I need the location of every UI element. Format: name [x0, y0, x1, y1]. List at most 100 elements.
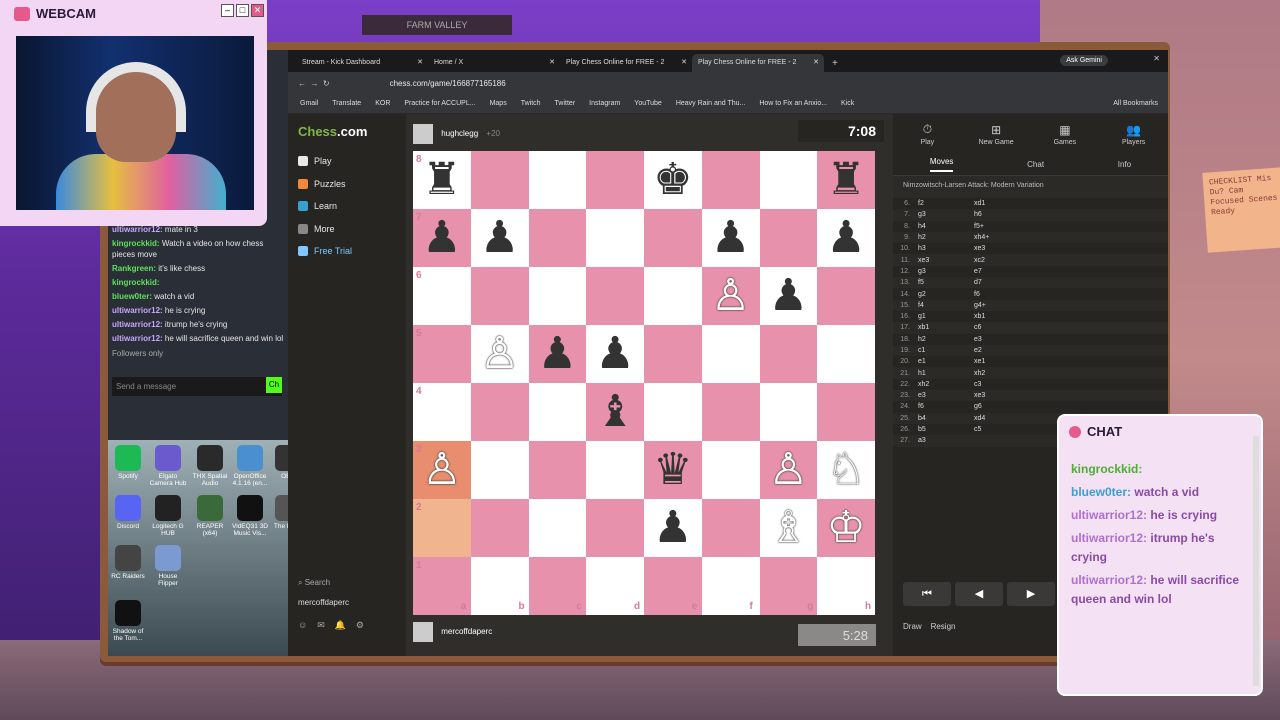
white-move[interactable]: h1	[918, 370, 974, 377]
close-window-icon[interactable]: ✕	[1153, 54, 1160, 63]
send-message-input[interactable]: Send a message Ch	[112, 377, 282, 396]
board-square[interactable]	[470, 267, 529, 325]
bookmark-item[interactable]: How to Fix an Anxio...	[759, 100, 827, 107]
chat-send-button[interactable]: Ch	[266, 377, 282, 393]
chess-piece[interactable]: ♔	[817, 499, 875, 557]
black-move[interactable]: xe3	[974, 392, 1024, 399]
board-square[interactable]	[586, 267, 644, 325]
tab-close-icon[interactable]: ✕	[681, 58, 687, 66]
white-move[interactable]: h2	[918, 336, 974, 343]
white-move[interactable]: f4	[918, 302, 974, 309]
prev-move-button[interactable]: ◀	[955, 582, 1003, 606]
chess-piece[interactable]: ♟	[760, 267, 818, 325]
board-square[interactable]	[644, 325, 702, 383]
chat-username[interactable]: ultiwarrior12:	[112, 225, 163, 234]
white-move[interactable]: xb1	[918, 324, 974, 331]
white-move[interactable]: b4	[918, 415, 974, 422]
opponent-name[interactable]: hughclegg	[441, 129, 478, 138]
tab-close-icon[interactable]: ✕	[549, 58, 555, 66]
panel-tab-play[interactable]: ⏱ Play	[897, 122, 957, 146]
reload-icon[interactable]: ↻	[323, 79, 330, 88]
black-move[interactable]: c5	[974, 426, 1024, 433]
bookmark-item[interactable]: Kick	[841, 100, 854, 107]
black-move[interactable]: xe3	[974, 245, 1024, 252]
subtab-chat[interactable]: Chat	[1027, 160, 1044, 169]
bookmark-item[interactable]: Twitter	[555, 100, 576, 107]
black-move[interactable]: xd1	[974, 200, 1024, 207]
url-field[interactable]: chess.com/game/166877165186	[390, 79, 506, 88]
board-square[interactable]	[759, 209, 818, 267]
bookmark-item[interactable]: Instagram	[589, 100, 620, 107]
panel-tab-games[interactable]: ▦ Games	[1035, 123, 1095, 146]
black-move[interactable]: c6	[974, 324, 1024, 331]
board-square[interactable]	[528, 151, 587, 209]
chess-piece[interactable]: ♛	[644, 441, 702, 499]
board-square[interactable]	[701, 151, 760, 209]
board-square[interactable]	[817, 325, 875, 383]
board-square[interactable]	[586, 499, 644, 557]
chess-piece[interactable]: ♟	[529, 325, 587, 383]
black-move[interactable]: f6	[974, 291, 1024, 298]
chat-username[interactable]: kingrockkid:	[112, 278, 160, 287]
desktop-icon[interactable]: OpenOffice 4.1.16 (en...	[230, 445, 270, 487]
white-move[interactable]: e1	[918, 358, 974, 365]
subtab-info[interactable]: Info	[1118, 160, 1131, 169]
chat-username[interactable]: kingrockkid:	[112, 239, 160, 248]
white-move[interactable]: f2	[918, 200, 974, 207]
chat-username[interactable]: ultiwarrior12:	[112, 334, 163, 343]
board-square[interactable]	[701, 441, 760, 499]
board-square[interactable]	[528, 383, 587, 441]
panel-tab-players[interactable]: 👥 Players	[1104, 123, 1164, 146]
subtab-moves[interactable]: Moves	[929, 157, 954, 172]
black-move[interactable]: h6	[974, 211, 1024, 218]
white-move[interactable]: b5	[918, 426, 974, 433]
chat-username[interactable]: bluew0ter:	[112, 292, 152, 301]
chess-piece[interactable]: ♟	[471, 209, 529, 267]
browser-tab[interactable]: Play Chess Online for FREE - 2 ✕	[560, 54, 692, 72]
bookmark-item[interactable]: Maps	[490, 100, 507, 107]
board-square[interactable]	[528, 499, 587, 557]
black-move[interactable]: g6	[974, 403, 1024, 410]
white-move[interactable]: f5	[918, 279, 974, 286]
board-square[interactable]	[586, 151, 644, 209]
black-move[interactable]: g4+	[974, 302, 1024, 309]
panel-tab-new-game[interactable]: ⊞ New Game	[966, 123, 1026, 146]
black-move[interactable]: xh2	[974, 370, 1024, 377]
chess-board[interactable]: 8 7 6 5 4 3 2 1 a b c d e f g h ♜ ♚ ♜ ♟ ♟ ♟ ♟ ♙ ♟ ♙ ♟ ♟ ♝ ♙ ♛ ♙ ♘ ♟ ♗ ♔	[413, 151, 875, 615]
board-square[interactable]	[644, 383, 702, 441]
next-move-button[interactable]: ▶	[1007, 582, 1055, 606]
white-move[interactable]: f6	[918, 403, 974, 410]
black-move[interactable]: c3	[974, 381, 1024, 388]
white-move[interactable]: c1	[918, 347, 974, 354]
sidebar-search[interactable]: ⌕ Search	[298, 578, 330, 588]
chess-piece[interactable]: ♟	[817, 209, 875, 267]
board-square[interactable]	[701, 383, 760, 441]
chess-piece[interactable]: ♙	[471, 325, 529, 383]
chess-piece[interactable]: ♙	[413, 441, 471, 499]
chat-username[interactable]: Rankgreen:	[112, 264, 156, 273]
bookmark-item[interactable]: KOR	[375, 100, 390, 107]
bookmark-item[interactable]: Translate	[332, 100, 361, 107]
chat-username[interactable]: ultiwarrior12:	[112, 320, 163, 329]
desktop-icon[interactable]: Elgato Camera Hub	[148, 445, 188, 487]
bookmark-item[interactable]: Twitch	[521, 100, 541, 107]
black-move[interactable]: xb1	[974, 313, 1024, 320]
board-square[interactable]	[470, 499, 529, 557]
desktop-icon[interactable]: REAPER (x64)	[190, 495, 230, 537]
desktop-icon[interactable]: Logitech G HUB	[148, 495, 188, 537]
white-move[interactable]: e3	[918, 392, 974, 399]
black-move[interactable]: xe1	[974, 358, 1024, 365]
back-icon[interactable]: ←	[298, 79, 306, 88]
board-square[interactable]	[586, 441, 644, 499]
chess-piece[interactable]: ♚	[644, 151, 702, 209]
chess-piece[interactable]: ♜	[413, 151, 471, 209]
desktop-icon[interactable]: House Flipper	[148, 545, 188, 587]
chess-piece[interactable]: ♟	[586, 325, 644, 383]
board-square[interactable]	[470, 441, 529, 499]
black-move[interactable]: xc2	[974, 257, 1024, 264]
black-move[interactable]: e2	[974, 347, 1024, 354]
sidebar-item-more[interactable]: More	[298, 223, 335, 234]
draw-button[interactable]: Draw	[903, 622, 922, 631]
sidebar-item-free-trial[interactable]: Free Trial	[298, 246, 352, 256]
board-square[interactable]	[701, 499, 760, 557]
